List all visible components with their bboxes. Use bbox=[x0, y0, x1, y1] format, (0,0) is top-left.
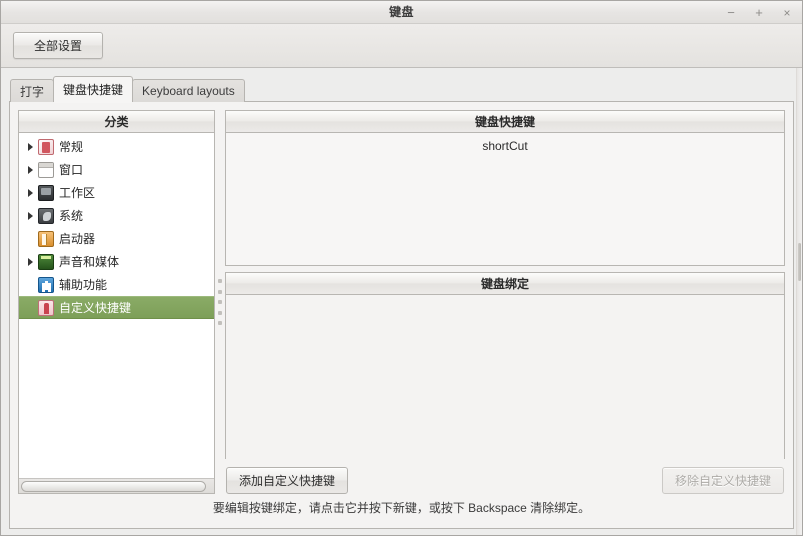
sidebar-item-label: 窗口 bbox=[59, 163, 84, 177]
sidebar-item-label: 自定义快捷键 bbox=[59, 301, 132, 315]
window-vertical-scrollbar[interactable] bbox=[796, 68, 802, 535]
shortcuts-column-header[interactable]: 键盘快捷键 bbox=[226, 111, 784, 133]
splitter-grip-icon[interactable] bbox=[218, 279, 222, 325]
bindings-list-frame: 键盘绑定 bbox=[225, 272, 785, 459]
bindings-list[interactable] bbox=[226, 295, 784, 459]
sidebar-item-label: 辅助功能 bbox=[59, 278, 108, 292]
sidebar-item-custom-shortcuts[interactable]: 自定义快捷键 bbox=[19, 296, 214, 319]
expander-icon[interactable] bbox=[23, 142, 38, 151]
sidebar-horizontal-scrollbar[interactable] bbox=[19, 478, 214, 493]
tab-page-keyboard-shortcuts: 分类 常规 窗口 工作区 系统 启动器 声音和媒体 辅助功能 自定义快捷键 键盘… bbox=[9, 101, 794, 529]
window-controls: − + × bbox=[724, 1, 794, 24]
category-list[interactable]: 常规 窗口 工作区 系统 启动器 声音和媒体 辅助功能 自定义快捷键 bbox=[19, 133, 214, 478]
pane-splitter[interactable] bbox=[215, 110, 225, 494]
tab-typing[interactable]: 打字 bbox=[10, 79, 55, 102]
tab-bar: 打字 键盘快捷键 Keyboard layouts bbox=[10, 76, 794, 103]
general-icon bbox=[38, 138, 54, 155]
expander-icon[interactable] bbox=[23, 257, 38, 266]
add-custom-shortcut-button[interactable]: 添加自定义快捷键 bbox=[226, 467, 349, 494]
bindings-column-header[interactable]: 键盘绑定 bbox=[226, 273, 784, 295]
sidebar-item-label: 启动器 bbox=[59, 232, 96, 246]
shortcuts-list-frame: 键盘快捷键 shortCut bbox=[225, 110, 785, 266]
category-sidebar: 分类 常规 窗口 工作区 系统 启动器 声音和媒体 辅助功能 自定义快捷键 bbox=[18, 110, 215, 494]
shortcuts-list[interactable]: shortCut bbox=[226, 133, 784, 265]
titlebar: 键盘 − + × bbox=[1, 1, 802, 24]
a11y-icon bbox=[38, 276, 54, 293]
toolbar: 全部设置 bbox=[1, 24, 802, 68]
workspace-icon bbox=[38, 184, 54, 201]
maximize-icon[interactable]: + bbox=[752, 6, 766, 20]
close-icon[interactable]: × bbox=[780, 6, 794, 20]
minimize-icon[interactable]: − bbox=[724, 6, 738, 20]
paned-container: 分类 常规 窗口 工作区 系统 启动器 声音和媒体 辅助功能 自定义快捷键 键盘… bbox=[18, 110, 785, 494]
table-row[interactable]: shortCut bbox=[226, 135, 784, 157]
shortcut-name: shortCut bbox=[482, 139, 528, 153]
sidebar-item-accessibility[interactable]: 辅助功能 bbox=[19, 273, 214, 296]
sidebar-item-label: 声音和媒体 bbox=[59, 255, 120, 269]
scrollbar-thumb[interactable] bbox=[798, 243, 801, 281]
expander-icon[interactable] bbox=[23, 188, 38, 197]
sidebar-item-launcher[interactable]: 启动器 bbox=[19, 227, 214, 250]
scrollbar-thumb[interactable] bbox=[21, 481, 207, 492]
sidebar-item-label: 工作区 bbox=[59, 186, 96, 200]
sidebar-item-workspace[interactable]: 工作区 bbox=[19, 181, 214, 204]
all-settings-button[interactable]: 全部设置 bbox=[13, 32, 103, 59]
expander-icon[interactable] bbox=[23, 165, 38, 174]
sidebar-item-general[interactable]: 常规 bbox=[19, 135, 214, 158]
action-button-row: 添加自定义快捷键 移除自定义快捷键 bbox=[225, 459, 785, 494]
custom-shortcut-icon bbox=[38, 299, 54, 316]
sidebar-item-system[interactable]: 系统 bbox=[19, 204, 214, 227]
category-column-header: 分类 bbox=[19, 111, 214, 133]
system-icon bbox=[38, 207, 54, 224]
sidebar-item-label: 系统 bbox=[59, 209, 84, 223]
keyboard-settings-window: 键盘 − + × 全部设置 打字 键盘快捷键 Keyboard layouts … bbox=[0, 0, 803, 536]
expander-icon[interactable] bbox=[23, 211, 38, 220]
window-title: 键盘 bbox=[389, 5, 414, 19]
tab-keyboard-layouts[interactable]: Keyboard layouts bbox=[132, 79, 245, 102]
notebook: 打字 键盘快捷键 Keyboard layouts 分类 常规 窗口 工作区 系… bbox=[1, 68, 802, 535]
sidebar-item-sound-and-media[interactable]: 声音和媒体 bbox=[19, 250, 214, 273]
window-icon bbox=[38, 161, 54, 178]
launcher-icon bbox=[38, 230, 54, 247]
remove-custom-shortcut-button[interactable]: 移除自定义快捷键 bbox=[661, 467, 784, 494]
shortcuts-pane: 键盘快捷键 shortCut 键盘绑定 添加自定义快捷键 移除自定义快捷键 bbox=[225, 110, 785, 494]
hint-text: 要编辑按键绑定，请点击它并按下新键，或按下 Backspace 清除绑定。 bbox=[212, 500, 591, 515]
sound-icon bbox=[38, 253, 54, 270]
tab-keyboard-shortcuts[interactable]: 键盘快捷键 bbox=[53, 76, 134, 103]
sidebar-item-label: 常规 bbox=[59, 140, 84, 154]
sidebar-item-window[interactable]: 窗口 bbox=[19, 158, 214, 181]
